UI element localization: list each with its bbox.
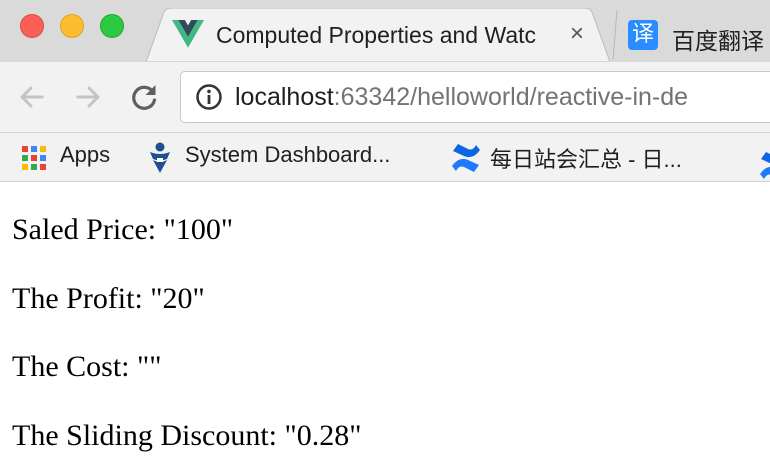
window-minimize-button[interactable] bbox=[60, 14, 84, 38]
profit-text: The Profit: "20" bbox=[12, 282, 205, 315]
bookmark-daily-standup[interactable]: 每日站会汇总 - 日... bbox=[450, 133, 725, 181]
window-maximize-button[interactable] bbox=[100, 14, 124, 38]
tab-title: Computed Properties and Watc bbox=[216, 22, 537, 48]
cost-text: The Cost: "" bbox=[12, 350, 162, 383]
tab-separator bbox=[612, 10, 618, 60]
confluence-icon bbox=[450, 142, 482, 179]
saled-price-text: Saled Price: "100" bbox=[12, 213, 234, 246]
tab-active[interactable]: Computed Properties and Watc × bbox=[146, 8, 610, 62]
bookmark-label: System Dashboard... bbox=[185, 142, 391, 167]
tab-inactive[interactable]: 译 百度翻译 bbox=[612, 8, 770, 62]
url-text: localhost:63342/helloworld/reactive-in-d… bbox=[235, 83, 688, 112]
bookmark-label: Apps bbox=[60, 142, 111, 167]
page-content: Saled Price: "100" The Profit: "20" The … bbox=[0, 182, 770, 456]
forward-arrow-icon[interactable] bbox=[70, 79, 106, 115]
toolbar: localhost:63342/helloworld/reactive-in-d… bbox=[0, 62, 770, 133]
address-bar[interactable]: localhost:63342/helloworld/reactive-in-d… bbox=[180, 71, 770, 123]
bookmark-label: 每日站会汇总 - 日... bbox=[490, 147, 682, 172]
window-close-button[interactable] bbox=[20, 14, 44, 38]
sliding-discount-text: The Sliding Discount: "0.28" bbox=[12, 419, 362, 452]
reload-icon[interactable] bbox=[126, 79, 162, 115]
info-icon[interactable] bbox=[195, 83, 223, 111]
vue-logo-icon bbox=[172, 20, 204, 53]
apps-grid-icon bbox=[22, 146, 46, 175]
back-arrow-icon[interactable] bbox=[14, 79, 50, 115]
browser-chrome: Computed Properties and Watc × 译 百度翻译 lo… bbox=[0, 0, 770, 182]
tab-close-icon[interactable]: × bbox=[570, 20, 584, 48]
tab-bar: Computed Properties and Watc × 译 百度翻译 bbox=[0, 0, 770, 62]
tab-title: 百度翻译 bbox=[672, 28, 764, 54]
bookmark-system-dashboard[interactable]: System Dashboard... bbox=[145, 133, 425, 181]
url-path: :63342/helloworld/reactive-in-de bbox=[333, 83, 689, 111]
baidu-translate-icon: 译 bbox=[628, 20, 658, 50]
bookmarks-bar: Apps System Dashboard... 每日站会汇总 - 日... bbox=[0, 133, 770, 182]
bookmark-apps[interactable]: Apps bbox=[20, 133, 130, 181]
url-host: localhost bbox=[235, 83, 334, 111]
jira-icon bbox=[145, 142, 175, 179]
